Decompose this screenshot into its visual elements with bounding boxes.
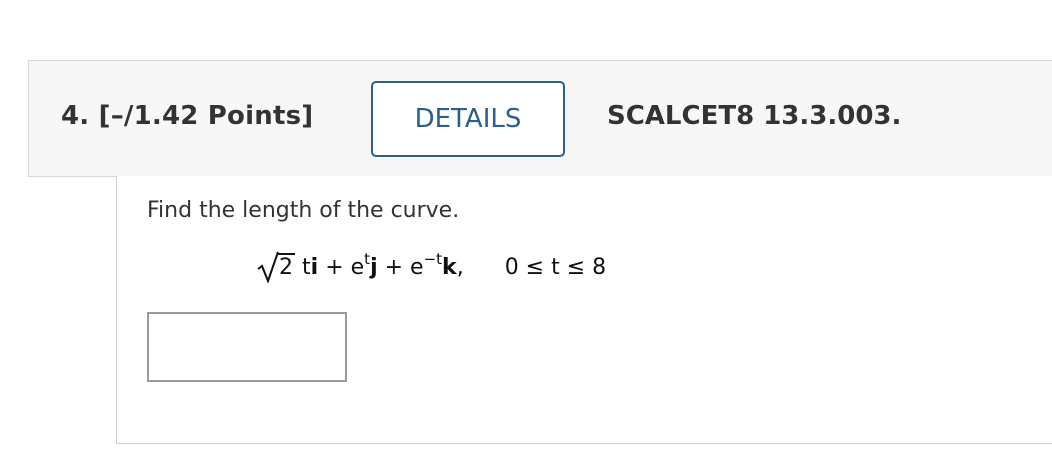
unit-vector-j: j [370, 255, 378, 280]
unit-vector-k: k [442, 255, 457, 280]
t-variable: t [302, 255, 311, 280]
radical-sign-icon [257, 251, 279, 283]
comma: , [456, 255, 464, 280]
exp-base: e [350, 255, 365, 280]
question-number: 4. [–/1.42 Points] [61, 101, 314, 131]
exp-base: e [410, 255, 424, 280]
question-prompt: Find the length of the curve. [147, 198, 460, 223]
sqrt-expression: 2 [257, 251, 295, 283]
question-body: Find the length of the curve. 2 ti + etj… [116, 176, 1052, 444]
answer-input[interactable] [147, 312, 347, 382]
radicand: 2 [277, 253, 295, 280]
unit-vector-i: i [310, 255, 319, 280]
question-header: 4. [–/1.42 Points] DETAILS SCALCET8 13.3… [28, 60, 1052, 177]
details-button[interactable]: DETAILS [371, 81, 565, 157]
exponent: −t [423, 250, 443, 268]
curve-formula: 2 ti + etj + e−tk, 0 ≤ t ≤ 8 [257, 250, 607, 283]
parameter-range: 0 ≤ t ≤ 8 [504, 255, 607, 280]
problem-id: SCALCET8 13.3.003. [607, 101, 902, 131]
plus-sign: + [325, 255, 344, 280]
plus-sign: + [384, 255, 404, 280]
